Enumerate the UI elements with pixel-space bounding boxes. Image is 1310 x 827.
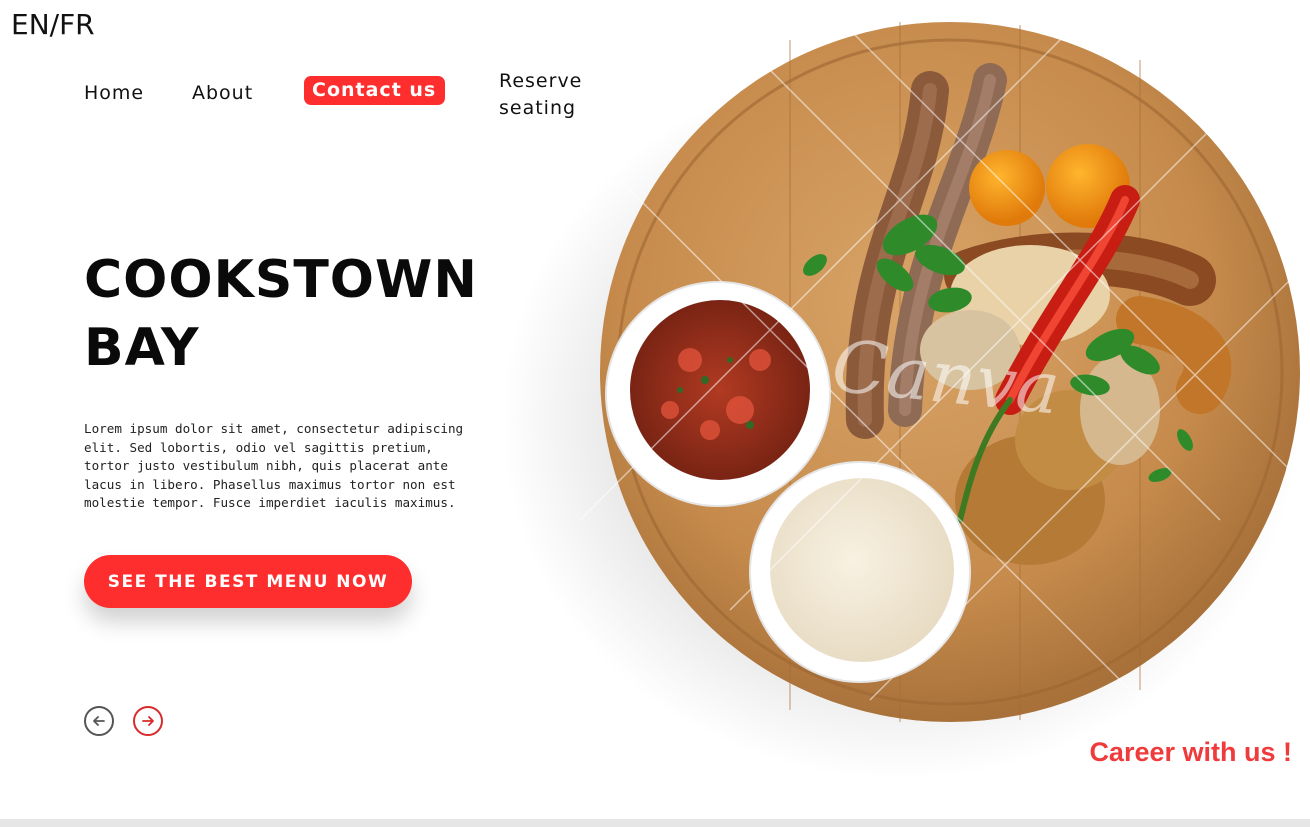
- nav-contact-us-button[interactable]: Contact us: [304, 76, 446, 105]
- hero-title: COOKSTOWN BAY: [84, 246, 504, 382]
- language-toggle[interactable]: EN/FR: [11, 8, 95, 41]
- nav-home[interactable]: Home: [84, 82, 144, 104]
- arrow-left-circle-icon: [93, 716, 105, 726]
- page-bottom-bar: [0, 819, 1310, 827]
- hero-title-line-2: BAY: [84, 318, 200, 378]
- see-menu-button[interactable]: SEE THE BEST MENU NOW: [84, 555, 412, 608]
- page: EN/FR Home About Contact us Reserve seat…: [0, 0, 1310, 827]
- hero-description: Lorem ipsum dolor sit amet, consectetur …: [84, 421, 464, 510]
- hero-title-line-1: COOKSTOWN: [84, 250, 478, 310]
- food-platter-image: Canva: [500, 19, 1310, 780]
- carousel-next-button[interactable]: [133, 706, 163, 736]
- nav-about[interactable]: About: [192, 82, 253, 104]
- career-link[interactable]: Career with us !: [1089, 737, 1292, 768]
- carousel-prev-button[interactable]: [84, 706, 114, 736]
- arrow-right-circle-icon: [142, 716, 154, 726]
